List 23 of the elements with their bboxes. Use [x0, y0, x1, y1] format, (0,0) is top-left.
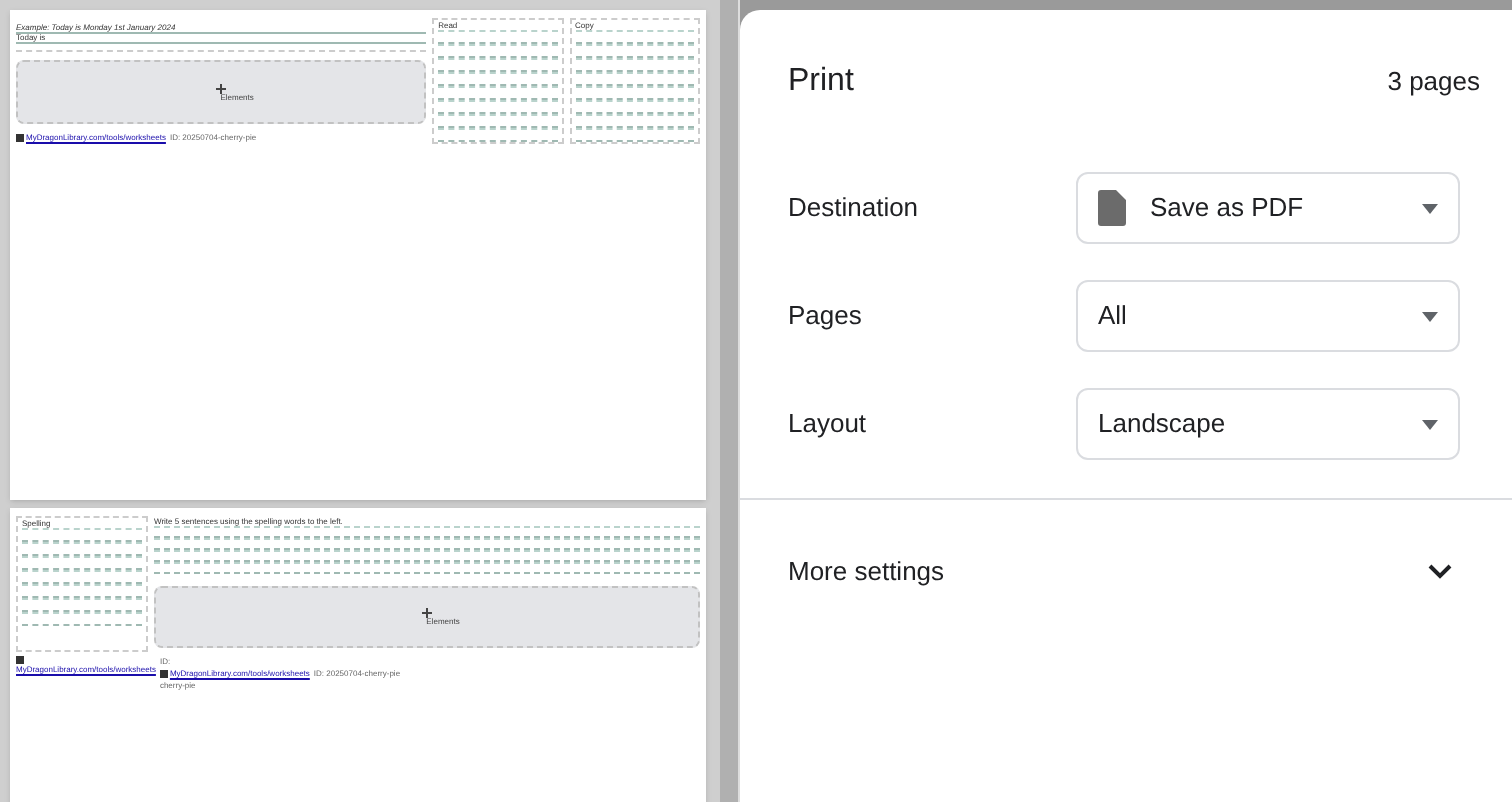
writing-lines — [22, 528, 142, 626]
scrollbar[interactable] — [720, 0, 740, 802]
setting-label: Layout — [788, 406, 869, 443]
dropdown-caret-icon — [1422, 311, 1438, 321]
setting-select[interactable]: All — [1076, 280, 1460, 352]
writing-lines — [575, 30, 694, 142]
writing-lines — [438, 30, 558, 142]
dropdown-caret-icon — [1422, 203, 1438, 213]
setting-select[interactable]: Landscape — [1076, 388, 1460, 460]
more-settings-toggle[interactable]: More settings — [740, 500, 1512, 644]
plus-icon — [422, 608, 432, 618]
chevron-icon — [1428, 564, 1452, 580]
page-count: 3 pages — [1387, 64, 1480, 101]
setting-label: Pages — [788, 298, 864, 335]
setting-select[interactable]: Save as PDF — [1076, 172, 1460, 244]
logo-icon — [159, 670, 168, 678]
setting-label: Destination — [788, 190, 921, 227]
plus-icon — [216, 83, 227, 93]
dialog-title: Print — [788, 62, 854, 102]
logo-icon — [16, 656, 24, 664]
logo-icon — [16, 134, 24, 142]
file-icon — [1098, 190, 1126, 226]
dropdown-caret-icon — [1422, 419, 1438, 429]
